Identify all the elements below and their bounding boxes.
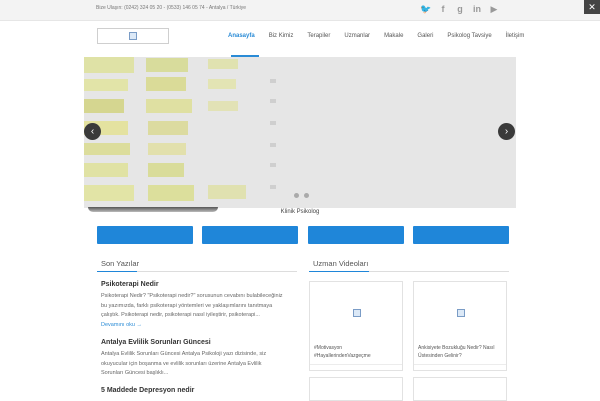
slide-image-fragment	[270, 99, 276, 103]
site-logo[interactable]	[97, 28, 169, 44]
posts-section-divider	[97, 271, 297, 272]
card-divider	[414, 364, 506, 365]
read-more-link[interactable]: Devamını oku →	[101, 321, 299, 331]
broken-image-icon	[457, 309, 465, 317]
video-card[interactable]: Ankisiyete Bozukluğu Nedir? Nasıl Üstesi…	[413, 281, 507, 371]
post-title[interactable]: Psikoterapi Nedir	[101, 281, 299, 288]
linkedin-icon[interactable]: in	[471, 3, 483, 15]
nav-item-anasayfa[interactable]: Anasayfa	[228, 33, 255, 39]
slide-image-fragment	[84, 57, 134, 73]
social-links: 🐦 f g in ▶	[420, 3, 500, 15]
nav-item-galeri[interactable]: Galeri	[417, 33, 433, 39]
post-excerpt-line: Psikoterapi Nedir? "Psikoterapi nedir?" …	[101, 293, 283, 299]
slider-dot[interactable]	[304, 193, 309, 198]
slide-caption: Klinik Psikolog	[280, 209, 320, 215]
slide-image-fragment	[148, 185, 194, 201]
slide-image-fragment	[146, 77, 186, 91]
slide-image-fragment	[208, 185, 246, 199]
nav-item-uzmanlar[interactable]: Uzmanlar	[344, 33, 370, 39]
post-excerpt-line: Sorunları Güncesi başlıklı...	[101, 370, 169, 376]
post-title[interactable]: Antalya Evlilik Sorunları Güncesi	[101, 339, 299, 346]
slide-image-fragment	[208, 101, 238, 111]
nav-item-psikolog-tavsiye[interactable]: Psikolog Tavsiye	[447, 33, 491, 39]
nav-item-iletisim[interactable]: İletişim	[506, 33, 525, 39]
slide-image-fragment	[270, 79, 276, 83]
close-icon[interactable]: ✕	[584, 0, 600, 14]
video-card[interactable]	[413, 377, 507, 401]
nav-item-makale[interactable]: Makale	[384, 33, 403, 39]
broken-image-icon	[353, 309, 361, 317]
slide-image-fragment	[270, 185, 276, 189]
slide-image-fragment	[84, 79, 128, 91]
nav-item-biz-kimiz[interactable]: Biz Kimiz	[269, 33, 294, 39]
google-plus-icon[interactable]: g	[454, 3, 466, 15]
slide-image-fragment	[84, 143, 130, 155]
feature-button-1[interactable]	[97, 226, 193, 244]
posts-section-title: Son Yazılar	[101, 259, 140, 268]
video-title: #Motivasyon #HayallerindenVazgeçme	[314, 345, 371, 359]
videos-section-divider	[309, 271, 509, 272]
post-excerpt-line: Antalya Evlilik Sorunları Güncesi Antaly…	[101, 351, 267, 357]
slide-image-fragment	[148, 143, 186, 155]
main-nav: Anasayfa Biz Kimiz Terapiler Uzmanlar Ma…	[228, 33, 538, 39]
slide-image-fragment	[84, 185, 134, 201]
post-excerpt-line: bu yazımızda, farklı psikoterapi yönteml…	[101, 302, 273, 309]
post-title[interactable]: 5 Maddede Depresyon nedir	[101, 387, 299, 394]
video-title: Ankisiyete Bozukluğu Nedir? Nasıl Üstesi…	[418, 345, 495, 359]
twitter-icon[interactable]: 🐦	[420, 3, 432, 15]
slide-image-fragment	[146, 58, 188, 72]
slide-image-fragment	[148, 121, 188, 135]
slide-image-fragment	[84, 99, 124, 113]
post-item: Psikoterapi Nedir Psikoterapi Nedir? "Ps…	[101, 281, 299, 330]
slide-image-fragment	[270, 121, 276, 125]
youtube-icon[interactable]: ▶	[488, 3, 500, 15]
card-divider	[310, 364, 402, 365]
slider-pagination	[294, 193, 309, 198]
slide-image-fragment	[84, 163, 128, 177]
hero-slider: ‹ ›	[84, 57, 516, 208]
post-item: Antalya Evlilik Sorunları Güncesi Antaly…	[101, 339, 299, 379]
video-card[interactable]: #Motivasyon #HayallerindenVazgeçme	[309, 281, 403, 371]
top-bar: Bize Ulaşın: (0242) 324 05 20 - (0533) 1…	[0, 0, 600, 21]
videos-section-title: Uzman Videoları	[313, 259, 369, 268]
facebook-icon[interactable]: f	[437, 3, 449, 15]
slide-image-fragment	[146, 99, 192, 113]
slider-next-button[interactable]: ›	[498, 123, 515, 140]
feature-button-4[interactable]	[413, 226, 509, 244]
feature-button-3[interactable]	[308, 226, 404, 244]
slide-image-fragment	[208, 79, 236, 89]
contact-info: Bize Ulaşın: (0242) 324 05 20 - (0533) 1…	[96, 5, 246, 11]
post-excerpt-line: çalıştık. Psikoterapi nedir, psikoterapi…	[101, 312, 260, 318]
broken-image-icon	[129, 32, 137, 40]
feature-button-2[interactable]	[202, 226, 298, 244]
slider-prev-button[interactable]: ‹	[84, 123, 101, 140]
nav-item-terapiler[interactable]: Terapiler	[307, 33, 330, 39]
video-card[interactable]	[309, 377, 403, 401]
site-header: Anasayfa Biz Kimiz Terapiler Uzmanlar Ma…	[0, 21, 600, 57]
post-item: 5 Maddede Depresyon nedir	[101, 387, 299, 398]
post-excerpt-line: okuyucular için boşanma ve evlilik sorun…	[101, 360, 262, 367]
slide-image-fragment	[208, 59, 238, 69]
slide-image-fragment	[270, 163, 276, 167]
slider-dot[interactable]	[294, 193, 299, 198]
slide-image-fragment	[148, 163, 184, 177]
slide-image-fragment	[270, 143, 276, 147]
